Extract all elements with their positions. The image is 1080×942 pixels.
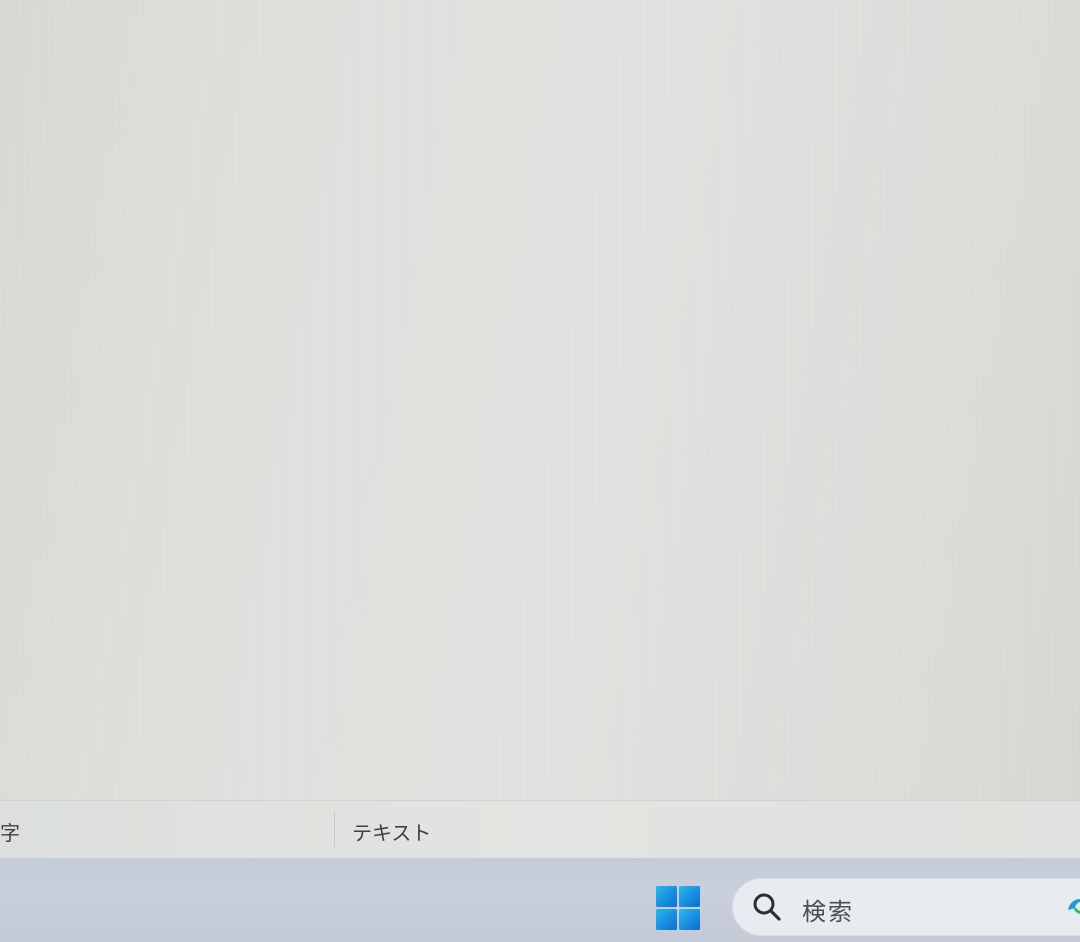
taskbar: 検索 [0,858,1080,942]
search-icon [753,893,781,921]
taskbar-search-box[interactable]: 検索 [732,878,1080,936]
app-icon[interactable] [1066,894,1080,916]
windows-logo-icon [656,886,700,930]
start-button[interactable] [652,882,704,934]
status-file-format[interactable]: テキスト [352,817,431,846]
status-bar: 字 テキスト [0,800,1080,858]
search-placeholder: 検索 [802,898,854,926]
status-character-count: 字 [0,821,20,845]
status-divider [334,811,335,847]
document-editor-area[interactable] [0,0,1080,800]
